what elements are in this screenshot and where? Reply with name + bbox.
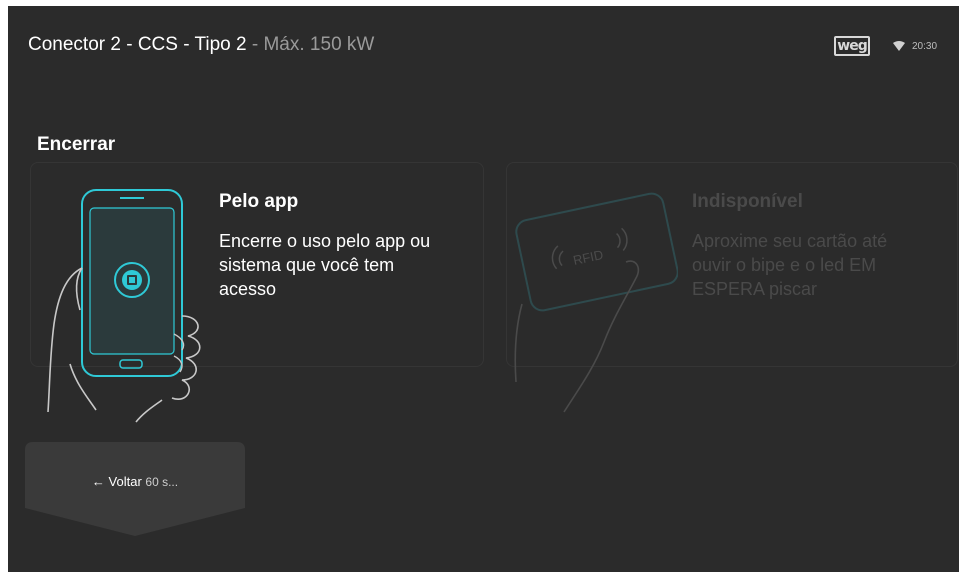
card-description: Aproxime seu cartão até ouvir o bipe e o… xyxy=(692,231,888,299)
rfid-card-icon: RFID xyxy=(514,192,678,413)
connector-max-power: - Máx. 150 kW xyxy=(246,34,375,55)
phone-hand-icon xyxy=(47,189,201,423)
wifi-icon xyxy=(893,41,905,51)
card-description: Encerre o uso pelo app ou sistema que vo… xyxy=(219,231,431,299)
back-button-shape xyxy=(25,442,245,536)
arrow-left-icon: ← xyxy=(91,474,105,489)
rfid-label: RFID xyxy=(572,247,605,268)
card-title: Pelo app xyxy=(219,191,299,212)
card-title: Indisponível xyxy=(692,191,803,212)
charger-screen: Conector 2 - CCS - Tipo 2 - Máx. 150 kW … xyxy=(8,6,959,572)
status-bar: 20:30 xyxy=(892,40,937,52)
back-button-label: ← Voltar 60 s... xyxy=(25,474,245,489)
page-title: Conector 2 - CCS - Tipo 2 - Máx. 150 kW xyxy=(28,34,374,56)
clock: 20:30 xyxy=(912,40,938,52)
section-title: Encerrar xyxy=(37,134,116,155)
back-countdown: 60 s... xyxy=(145,475,179,489)
weg-logo: weg xyxy=(834,36,870,56)
back-button[interactable]: ← Voltar 60 s... xyxy=(25,442,245,538)
connector-name: Conector 2 - CCS - Tipo 2 xyxy=(28,34,247,55)
back-text: Voltar xyxy=(108,474,142,489)
